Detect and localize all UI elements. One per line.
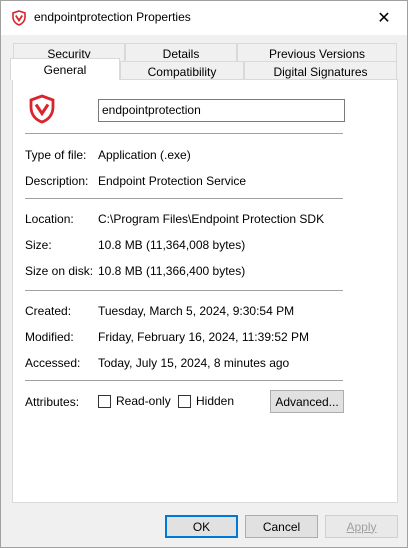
separator	[25, 290, 343, 291]
readonly-label: Read-only	[116, 394, 171, 408]
tab-previous-versions[interactable]: Previous Versions	[237, 43, 397, 63]
tab-label: General	[43, 62, 87, 77]
cancel-button[interactable]: Cancel	[245, 515, 318, 538]
close-button[interactable]: ✕	[361, 1, 407, 34]
location-label: Location:	[25, 212, 74, 226]
general-panel: endpointprotection Type of file: Applica…	[12, 79, 398, 503]
hidden-label: Hidden	[196, 394, 235, 408]
type-value: Application (.exe)	[98, 148, 191, 162]
modified-value: Friday, February 16, 2024, 11:39:52 PM	[98, 330, 310, 344]
tab-label: Compatibility	[147, 64, 217, 79]
ok-label: OK	[192, 519, 211, 534]
readonly-checkbox[interactable]: Read-only	[98, 394, 171, 408]
created-label: Created:	[25, 304, 72, 318]
file-name-input[interactable]: endpointprotection	[98, 99, 345, 122]
advanced-button[interactable]: Advanced...	[270, 390, 344, 413]
title-bar[interactable]: endpointprotection Properties ✕	[1, 1, 407, 35]
size-value: 10.8 MB (11,364,008 bytes)	[98, 238, 246, 252]
shield-icon	[12, 10, 26, 26]
tab-label: Digital Signatures	[273, 64, 368, 79]
size-on-disk-value: 10.8 MB (11,366,400 bytes)	[98, 264, 246, 278]
apply-label: Apply	[346, 519, 377, 534]
tab-label: Details	[162, 46, 200, 61]
cancel-label: Cancel	[262, 519, 301, 534]
accessed-label: Accessed:	[25, 356, 81, 370]
created-value: Tuesday, March 5, 2024, 9:30:54 PM	[98, 304, 295, 318]
window-title: endpointprotection Properties	[34, 10, 191, 24]
location-value: C:\Program Files\Endpoint Protection SDK	[98, 212, 325, 226]
advanced-label: Advanced...	[275, 394, 339, 409]
modified-label: Modified:	[25, 330, 74, 344]
description-value: Endpoint Protection Service	[98, 174, 247, 188]
size-on-disk-label: Size on disk:	[25, 264, 94, 278]
tab-digital-signatures[interactable]: Digital Signatures	[244, 61, 397, 81]
tab-general[interactable]: General	[10, 58, 120, 80]
tab-details[interactable]: Details	[125, 43, 237, 63]
properties-window: endpointprotection Properties ✕ Security…	[0, 0, 408, 548]
ok-button[interactable]: OK	[165, 515, 238, 538]
description-label: Description:	[25, 174, 89, 188]
attributes-label: Attributes:	[25, 395, 80, 409]
checkbox-box[interactable]	[178, 394, 191, 408]
close-icon: ✕	[377, 8, 391, 27]
size-label: Size:	[25, 238, 52, 252]
type-label: Type of file:	[25, 148, 87, 162]
tab-label: Previous Versions	[268, 46, 366, 61]
checkbox-box[interactable]	[98, 394, 111, 408]
accessed-value: Today, July 15, 2024, 8 minutes ago	[98, 356, 290, 370]
tab-compatibility[interactable]: Compatibility	[120, 61, 244, 81]
separator	[25, 198, 343, 199]
separator	[25, 380, 343, 381]
apply-button[interactable]: Apply	[325, 515, 398, 538]
shield-icon	[29, 94, 55, 124]
hidden-checkbox[interactable]: Hidden	[178, 394, 234, 408]
separator	[25, 133, 343, 134]
